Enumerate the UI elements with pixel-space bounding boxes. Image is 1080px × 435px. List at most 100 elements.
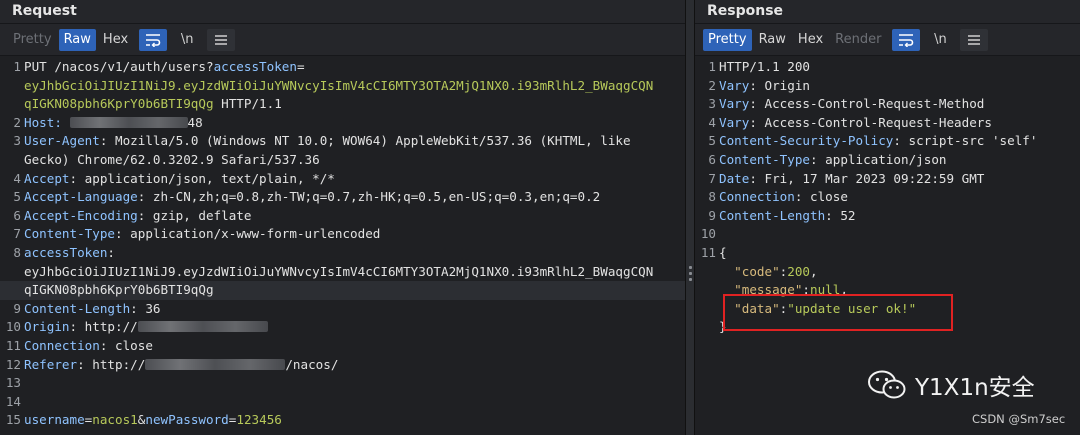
code-line[interactable]: 13 bbox=[0, 374, 685, 393]
line-number: 0 bbox=[0, 281, 24, 300]
request-pane: Request Pretty Raw Hex \n 1 PUT /nacos/v1… bbox=[0, 0, 685, 435]
code-line[interactable]: 4 Accept: application/json, text/plain, *… bbox=[0, 170, 685, 189]
watermark: Y1X1n安全 bbox=[867, 368, 1035, 402]
code-line[interactable]: 3 User-Agent: Mozilla/5.0 (Windows NT 10.… bbox=[0, 132, 685, 151]
code-token: 200 bbox=[787, 263, 811, 279]
code-line[interactable]: 5 Content-Security-Policy: script-src 'se… bbox=[695, 132, 1080, 151]
code-line[interactable]: 6 Accept-Encoding: gzip, deflate bbox=[0, 207, 685, 226]
line-number: 0 bbox=[0, 151, 24, 170]
line-text: Date: Fri, 17 Mar 2023 09:22:59 GMT bbox=[719, 170, 984, 189]
code-token: Date bbox=[719, 170, 750, 186]
request-tab-hex[interactable]: Hex bbox=[98, 29, 133, 51]
code-line[interactable]: 0Gecko) Chrome/62.0.3202.9 Safari/537.36 bbox=[0, 151, 685, 170]
request-toolbar: Pretty Raw Hex \n bbox=[0, 24, 685, 56]
line-number: 11 bbox=[700, 244, 716, 260]
highlight-box bbox=[723, 294, 953, 331]
request-wrap-toggle[interactable] bbox=[139, 28, 168, 51]
request-tab-raw[interactable]: Raw bbox=[58, 28, 96, 51]
response-tab-render[interactable]: Render bbox=[830, 29, 886, 51]
code-line[interactable]: 14 bbox=[0, 393, 685, 412]
line-number: 3 bbox=[13, 133, 21, 149]
code-token: Content-Type bbox=[24, 226, 115, 242]
request-newline-toggle[interactable]: \n bbox=[173, 29, 201, 51]
code-line[interactable]: 3 Vary: Access-Control-Request-Method bbox=[695, 95, 1080, 114]
response-toolbar: Pretty Raw Hex Render \n bbox=[695, 24, 1080, 56]
code-token: : Mozilla/5.0 (Windows NT 10.0; WOW64) A… bbox=[99, 133, 631, 149]
request-editor[interactable]: 1PUT /nacos/v1/auth/users?accessToken=0e… bbox=[0, 56, 685, 430]
response-tab-raw[interactable]: Raw bbox=[754, 29, 791, 51]
request-tab-pretty[interactable]: Pretty bbox=[8, 29, 57, 51]
line-text: Vary: Access-Control-Request-Method bbox=[719, 95, 984, 114]
line-text: Vary: Access-Control-Request-Headers bbox=[719, 114, 992, 133]
code-token: : Access-Control-Request-Method bbox=[749, 96, 985, 112]
code-line[interactable]: 9 Content-Length: 52 bbox=[695, 207, 1080, 226]
line-number: 9 bbox=[708, 207, 716, 223]
response-wrap-toggle[interactable] bbox=[892, 28, 921, 51]
code-token: : close bbox=[794, 189, 848, 205]
code-token: : zh-CN,zh;q=0.8,zh-TW;q=0.7,zh-HK;q=0.5… bbox=[137, 189, 601, 205]
line-text: Content-Type: application/json bbox=[719, 151, 946, 170]
redacted-text bbox=[145, 358, 286, 370]
code-token: : close bbox=[99, 337, 153, 353]
code-token: qIGKN08pbh6KprY0b6BTI9qQg bbox=[24, 96, 214, 112]
code-token: : application/json, text/plain, */* bbox=[69, 170, 335, 186]
line-number: 8 bbox=[708, 189, 716, 205]
code-line[interactable]: 0qIGKN08pbh6KprY0b6BTI9qQg HTTP/1.1 bbox=[0, 95, 685, 114]
pane-splitter[interactable] bbox=[685, 0, 695, 435]
code-line[interactable]: 6 Content-Type: application/json bbox=[695, 151, 1080, 170]
line-number: 9 bbox=[13, 300, 21, 316]
line-text: PUT /nacos/v1/auth/users?accessToken= bbox=[24, 58, 305, 77]
code-line[interactable]: 8 Connection: close bbox=[695, 188, 1080, 207]
code-line[interactable]: 0eyJhbGciOiJIUzI1NiJ9.eyJzdWIiOiJuYWNvcy… bbox=[0, 77, 685, 96]
code-line[interactable]: 1 PUT /nacos/v1/auth/users?accessToken= bbox=[0, 58, 685, 77]
code-token: : bbox=[107, 244, 115, 260]
code-token: : 52 bbox=[825, 207, 856, 223]
code-token: "code" bbox=[734, 263, 780, 279]
line-number: 2 bbox=[708, 77, 716, 93]
code-line[interactable]: 0 "code":200, bbox=[695, 263, 1080, 282]
code-line[interactable]: 8 accessToken: bbox=[0, 244, 685, 263]
code-line[interactable]: 10 bbox=[695, 225, 1080, 244]
line-text: Accept: application/json, text/plain, */… bbox=[24, 170, 335, 189]
code-line[interactable]: 0qIGKN08pbh6KprY0b6BTI9qQg bbox=[0, 281, 685, 300]
code-line[interactable]: 7 Date: Fri, 17 Mar 2023 09:22:59 GMT bbox=[695, 170, 1080, 189]
wrap-lines-icon bbox=[899, 33, 914, 47]
code-line[interactable]: 2 Vary: Origin bbox=[695, 77, 1080, 96]
code-line[interactable]: 4 Vary: Access-Control-Request-Headers bbox=[695, 114, 1080, 133]
line-text: HTTP/1.1 200 bbox=[719, 58, 810, 77]
code-line[interactable]: 5 Accept-Language: zh-CN,zh;q=0.8,zh-TW;q… bbox=[0, 188, 685, 207]
code-line[interactable]: 12 Referer: http:// /nacos/ bbox=[0, 356, 685, 375]
code-line[interactable]: 1 HTTP/1.1 200 bbox=[695, 58, 1080, 77]
line-text: Content-Security-Policy: script-src 'sel… bbox=[719, 132, 1037, 151]
code-token: Content-Security-Policy bbox=[719, 133, 894, 149]
code-token: Connection bbox=[24, 337, 100, 353]
code-token: : application/json bbox=[810, 151, 947, 167]
code-token: 123456 bbox=[236, 412, 282, 428]
code-line[interactable]: 11 Connection: close bbox=[0, 337, 685, 356]
code-line[interactable]: 11{ bbox=[695, 244, 1080, 263]
code-line[interactable]: 7 Content-Type: application/x-www-form-ur… bbox=[0, 225, 685, 244]
hamburger-menu-icon bbox=[968, 34, 981, 45]
code-token: Accept-Language bbox=[24, 189, 138, 205]
code-token: Host: bbox=[24, 114, 70, 130]
code-token: Vary bbox=[719, 114, 750, 130]
request-menu-button[interactable] bbox=[207, 28, 236, 51]
code-line[interactable]: 2 Host: 48 bbox=[0, 114, 685, 133]
line-number: 5 bbox=[708, 133, 716, 149]
line-number: 1 bbox=[13, 59, 21, 74]
redacted-text bbox=[69, 116, 188, 128]
code-line[interactable]: 15 username=nacos1&newPassword=123456 bbox=[0, 411, 685, 430]
response-tab-pretty[interactable]: Pretty bbox=[703, 28, 752, 51]
line-text: qIGKN08pbh6KprY0b6BTI9qQg HTTP/1.1 bbox=[24, 95, 282, 114]
code-token: User-Agent bbox=[24, 133, 100, 149]
response-tab-hex[interactable]: Hex bbox=[793, 29, 828, 51]
code-line[interactable]: 10 Origin: http:// bbox=[0, 318, 685, 337]
line-number: 4 bbox=[13, 170, 21, 186]
line-text: Referer: http:// /nacos/ bbox=[24, 356, 338, 375]
wechat-icon bbox=[868, 370, 906, 399]
code-line[interactable]: 9 Content-Length: 36 bbox=[0, 300, 685, 319]
response-menu-button[interactable] bbox=[960, 28, 989, 51]
code-line[interactable]: 0eyJhbGciOiJIUzI1NiJ9.eyJzdWIiOiJuYWNvcy… bbox=[0, 263, 685, 282]
response-newline-toggle[interactable]: \n bbox=[926, 29, 954, 51]
